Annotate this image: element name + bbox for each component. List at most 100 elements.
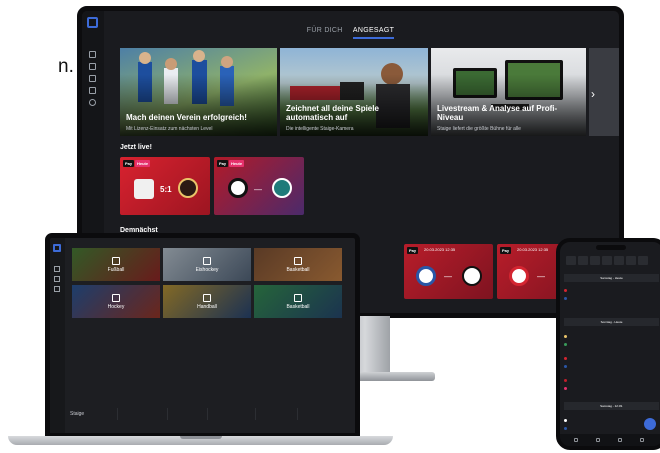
- hockey-icon: [112, 294, 120, 302]
- day-chip[interactable]: [638, 256, 648, 265]
- footer-column: [117, 408, 137, 420]
- away-team-crest-icon: [462, 266, 482, 286]
- phone-match-row[interactable]: [564, 296, 659, 302]
- profile-icon[interactable]: [640, 438, 644, 442]
- hero-card-1[interactable]: Mach deinen Verein erfolgreich! Mit Lize…: [120, 48, 277, 136]
- phone-notch: [596, 245, 626, 250]
- phone-match-row[interactable]: [564, 342, 659, 348]
- footer-column: [167, 408, 187, 420]
- device-mockup-scene: n. FÜR DICH ANGESAGT Mach deinen Verein …: [0, 0, 660, 453]
- calendar-icon[interactable]: [618, 438, 622, 442]
- sport-tile-label: Basketball: [286, 267, 310, 273]
- smartphone: Samstag - Heute Sonntag - Heute Samstag …: [556, 238, 660, 450]
- match-score: 5:1: [160, 185, 172, 194]
- basketball-icon: [294, 294, 302, 302]
- sport-tile-icehockey[interactable]: Eishockey: [163, 248, 251, 281]
- laptop-notch: [180, 436, 222, 439]
- phone-match-row[interactable]: [564, 364, 659, 370]
- day-chip[interactable]: [602, 256, 612, 265]
- footer-logo[interactable]: Staige: [70, 411, 84, 417]
- search-icon[interactable]: [89, 51, 96, 58]
- phone-match-row[interactable]: [564, 378, 659, 384]
- sport-tile-handball[interactable]: Handball: [163, 285, 251, 318]
- home-icon[interactable]: [89, 63, 96, 70]
- hero-title: Livestream & Analyse auf Profi-Niveau: [437, 104, 558, 122]
- home-icon[interactable]: [574, 438, 578, 442]
- day-selector: [566, 256, 657, 265]
- chevron-right-icon[interactable]: ›: [591, 87, 605, 101]
- hero-title: Mach deinen Verein erfolgreich!: [126, 113, 247, 122]
- search-icon[interactable]: [54, 266, 60, 272]
- footer: Staige: [67, 408, 349, 430]
- hero-subtitle: Die intelligente Staige-Kamera: [286, 126, 354, 132]
- calendar-icon[interactable]: [89, 75, 96, 82]
- hero-title: Zeichnet all deine Spiele automatisch au…: [286, 104, 379, 122]
- phone-day-header: Samstag - 12.03.: [564, 402, 659, 410]
- icehockey-icon: [203, 257, 211, 265]
- intro-text-fragment: n.: [58, 56, 74, 77]
- sport-tile-hockey[interactable]: Hockey: [72, 285, 160, 318]
- sidebar: [50, 238, 65, 433]
- match-score: —: [254, 185, 262, 194]
- calendar-icon[interactable]: [54, 286, 60, 292]
- tab-fuer-dich[interactable]: FÜR DICH: [307, 27, 343, 37]
- phone-match-row[interactable]: [564, 356, 659, 362]
- sport-tile-label: Handball: [197, 304, 217, 310]
- live-match-card[interactable]: Pay Heute —: [214, 157, 304, 215]
- tab-angesagt[interactable]: ANGESAGT: [352, 27, 395, 39]
- footer-column: [207, 408, 227, 420]
- live-match-card[interactable]: Pay Heute 5:1: [120, 157, 210, 215]
- sport-tile-label: Basketball: [286, 304, 310, 310]
- bottom-navigation: [560, 434, 660, 446]
- link-icon[interactable]: [89, 87, 96, 94]
- versus-dash: —: [444, 272, 452, 281]
- settings-icon[interactable]: [89, 99, 96, 106]
- away-team-crest-icon: [272, 178, 292, 198]
- upcoming-match-card[interactable]: Pay 20.03.2023 12:35 —: [404, 244, 493, 299]
- phone-day-header: Sonntag - Heute: [564, 318, 659, 326]
- sport-tile-football[interactable]: Fußball: [72, 248, 160, 281]
- home-team-crest-icon: [509, 266, 529, 286]
- footer-column: [255, 408, 275, 420]
- home-team-crest-icon: [134, 179, 154, 199]
- phone-match-row[interactable]: [564, 334, 659, 340]
- search-icon[interactable]: [596, 438, 600, 442]
- match-time: 20.03.2023 12:35: [424, 247, 456, 252]
- hero-subtitle: Mit Lizenz-Einsatz zum nächsten Level: [126, 126, 213, 132]
- sport-tile-label: Fußball: [107, 267, 125, 273]
- phone-day-header: Samstag - Heute: [564, 274, 659, 282]
- app-logo-icon[interactable]: [53, 244, 61, 252]
- sport-tile-basketball-2[interactable]: Basketball: [254, 285, 342, 318]
- sport-tile-label: Hockey: [107, 304, 125, 310]
- sport-tile-label: Eishockey: [195, 267, 219, 273]
- day-chip[interactable]: [626, 256, 636, 265]
- home-team-crest-icon: [228, 178, 248, 198]
- home-team-crest-icon: [416, 266, 436, 286]
- football-icon: [112, 257, 120, 265]
- pay-badge: Pay: [500, 247, 512, 254]
- laptop-screen: Fußball Eishockey Basketball Hockey Hand…: [45, 233, 360, 438]
- day-chip[interactable]: [578, 256, 588, 265]
- phone-match-row[interactable]: [564, 288, 659, 294]
- today-badge: Heute: [135, 160, 151, 167]
- top-tabs: FÜR DICH ANGESAGT: [82, 27, 619, 39]
- footer-column: [297, 408, 317, 420]
- home-icon[interactable]: [54, 276, 60, 282]
- handball-icon: [203, 294, 211, 302]
- pay-badge: Pay: [123, 160, 135, 167]
- day-chip[interactable]: [590, 256, 600, 265]
- phone-match-row[interactable]: [564, 386, 659, 392]
- basketball-icon: [294, 257, 302, 265]
- day-chip[interactable]: [614, 256, 624, 265]
- live-section-title: Jetzt live!: [120, 144, 152, 151]
- hero-subtitle: Staige liefert die größte Bühne für alle: [437, 126, 521, 132]
- day-chip[interactable]: [566, 256, 576, 265]
- today-badge: Heute: [229, 160, 245, 167]
- versus-dash: —: [537, 272, 545, 281]
- pay-badge: Pay: [217, 160, 229, 167]
- sport-tile-basketball[interactable]: Basketball: [254, 248, 342, 281]
- pay-badge: Pay: [407, 247, 419, 254]
- hero-card-2[interactable]: Zeichnet all deine Spiele automatisch au…: [280, 48, 428, 136]
- floating-action-button[interactable]: [644, 418, 656, 430]
- hero-card-3[interactable]: Livestream & Analyse auf Profi-Niveau St…: [431, 48, 586, 136]
